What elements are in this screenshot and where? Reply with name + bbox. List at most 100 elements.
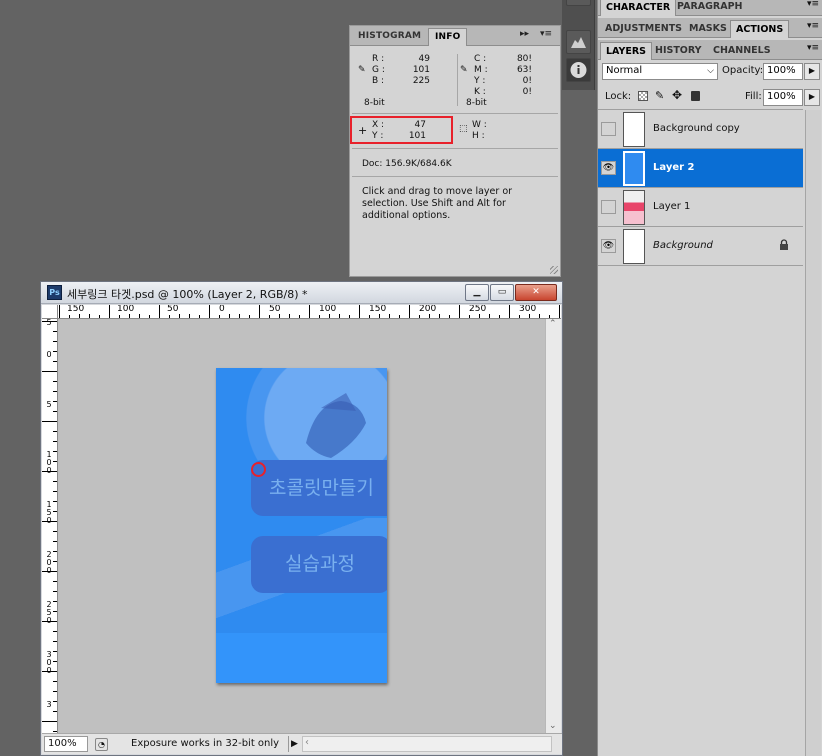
- vertical-scrollbar[interactable]: ⌃ ⌄: [545, 319, 561, 733]
- y-cmyk-value: 0!: [522, 76, 532, 86]
- layer-row-background-copy[interactable]: Background copy: [598, 110, 803, 149]
- lock-all-icon[interactable]: [691, 91, 700, 101]
- visibility-toggle-icon[interactable]: [601, 200, 616, 214]
- layer-row-layer-1[interactable]: Layer 1: [598, 188, 803, 227]
- tool-hint: Click and drag to move layer or selectio…: [362, 186, 513, 221]
- v-ruler-label: 150: [46, 500, 52, 525]
- lock-brush-icon[interactable]: ✎: [655, 89, 664, 102]
- zoom-input[interactable]: 100%: [44, 736, 88, 752]
- adjustments-tabbar: ADJUSTMENTS MASKS ACTIONS ▾≡: [598, 18, 822, 38]
- b-label: B :: [372, 76, 385, 86]
- info-separator: [352, 113, 558, 114]
- info-icon: [570, 62, 587, 78]
- chevron-down-icon: ⌵: [707, 66, 714, 76]
- c-value: 80!: [516, 54, 532, 64]
- v-ruler-label: 250: [46, 600, 52, 625]
- h-ruler-label: 0: [219, 305, 225, 314]
- h-ruler-label: 250: [469, 305, 487, 314]
- resize-grip[interactable]: [550, 266, 558, 274]
- selection-size-icon: ⬚: [459, 124, 468, 134]
- h-ruler-label: 50: [269, 305, 281, 314]
- opacity-input[interactable]: 100%: [763, 63, 803, 80]
- lock-move-icon[interactable]: ✥: [672, 88, 682, 102]
- h-ruler-label: 300: [519, 305, 537, 314]
- tab-info[interactable]: INFO: [428, 28, 468, 46]
- cmyk-bitdepth: 8-bit: [466, 98, 487, 108]
- k-label: K :: [474, 87, 486, 97]
- opacity-label: Opacity:: [722, 65, 764, 76]
- scroll-down-icon[interactable]: ⌄: [549, 721, 557, 731]
- status-info-icon[interactable]: ◔: [95, 738, 108, 751]
- tab-histogram[interactable]: HISTOGRAM: [352, 28, 427, 46]
- histogram-button[interactable]: [566, 30, 591, 54]
- tab-channels[interactable]: CHANNELS: [708, 42, 776, 60]
- scroll-up-icon[interactable]: ⌃: [549, 319, 557, 329]
- tab-character[interactable]: CHARACTER: [600, 0, 677, 16]
- close-button[interactable]: ✕: [515, 284, 557, 301]
- collapse-panel-icon[interactable]: ▸▸: [520, 29, 529, 39]
- status-menu-arrow-icon[interactable]: ▶: [288, 736, 300, 752]
- panel-menu-icon[interactable]: ▾≡: [807, 0, 819, 9]
- minimize-button[interactable]: ▁: [465, 284, 489, 301]
- info-separator-2: [352, 148, 558, 149]
- g-value: 101: [412, 65, 430, 75]
- v-ruler-label: 200: [46, 550, 52, 575]
- visibility-toggle-icon[interactable]: [601, 122, 616, 136]
- horizontal-scrollbar[interactable]: ‹: [302, 736, 552, 752]
- tab-adjustments[interactable]: ADJUSTMENTS: [600, 20, 687, 38]
- tab-layers[interactable]: LAYERS: [600, 42, 653, 60]
- restore-button[interactable]: ▭: [490, 284, 514, 301]
- vertical-ruler[interactable]: 5 0 5 100 150 200 250 300 3: [42, 319, 58, 733]
- layer-name: Background copy: [653, 123, 740, 134]
- scroll-left-icon[interactable]: ‹: [305, 737, 309, 748]
- layer-thumbnail: [623, 190, 645, 225]
- info-button[interactable]: [566, 58, 591, 82]
- w-label: W :: [472, 120, 487, 130]
- layer-row-layer-2[interactable]: 👁 Layer 2: [598, 149, 803, 188]
- fill-slider-button[interactable]: ▶: [804, 89, 820, 106]
- tab-masks[interactable]: MASKS: [684, 20, 732, 38]
- v-ruler-label: 5: [46, 400, 52, 409]
- right-panel-column: CHARACTER PARAGRAPH ▾≡ ADJUSTMENTS MASKS…: [597, 0, 822, 756]
- lock-transparent-icon[interactable]: [638, 91, 648, 101]
- blend-mode-select[interactable]: Normal ⌵: [602, 63, 718, 80]
- canvas-area[interactable]: 초콜릿만들기 실습과정: [58, 319, 545, 733]
- document-title: 세부링크 타겟.psd @ 100% (Layer 2, RGB/8) *: [67, 288, 308, 301]
- document-window: Ps 세부링크 타겟.psd @ 100% (Layer 2, RGB/8) *…: [40, 281, 563, 756]
- artboard-image[interactable]: 초콜릿만들기 실습과정: [216, 368, 387, 683]
- layer-thumbnail: [623, 151, 645, 186]
- tab-actions[interactable]: ACTIONS: [730, 20, 790, 38]
- tab-history[interactable]: HISTORY: [650, 42, 707, 60]
- tab-paragraph[interactable]: PARAGRAPH: [672, 0, 748, 16]
- histogram-icon: [571, 37, 586, 48]
- opacity-slider-button[interactable]: ▶: [804, 63, 820, 80]
- document-titlebar[interactable]: Ps 세부링크 타겟.psd @ 100% (Layer 2, RGB/8) *…: [41, 282, 562, 304]
- eye-icon[interactable]: 👁: [601, 161, 616, 175]
- h-label: H :: [472, 131, 485, 141]
- v-ruler-label: 300: [46, 650, 52, 675]
- panel-menu-icon-3[interactable]: ▾≡: [807, 43, 819, 53]
- panel-menu-icon[interactable]: ▾≡: [540, 29, 552, 39]
- h-ruler-label: 150: [67, 305, 85, 314]
- ruler-origin[interactable]: [42, 305, 58, 319]
- horizontal-ruler[interactable]: 150 100 50 0 50 100 150 200 250 300: [58, 305, 561, 319]
- art-footer-band: [216, 633, 387, 683]
- mb-icon: Mb: [572, 0, 584, 2]
- layers-tabbar: LAYERS HISTORY CHANNELS ▾≡: [598, 40, 822, 60]
- mini-bridge-button[interactable]: Mb: [566, 0, 591, 6]
- cursor-marker: [251, 462, 266, 477]
- r-value: 49: [418, 54, 430, 64]
- lock-icon: [780, 239, 788, 250]
- eyedropper-icon-2: ✎: [460, 65, 468, 75]
- h-ruler-label: 100: [319, 305, 337, 314]
- layers-scrollbar[interactable]: [805, 110, 821, 756]
- layer-row-background[interactable]: 👁 Background: [598, 227, 803, 266]
- fill-label: Fill:: [745, 91, 762, 102]
- button-chocolate-making[interactable]: 초콜릿만들기: [251, 460, 387, 516]
- h-ruler-label: 100: [117, 305, 135, 314]
- layer-thumbnail: [623, 229, 645, 264]
- button-practice-course[interactable]: 실습과정: [251, 536, 387, 593]
- panel-menu-icon-2[interactable]: ▾≡: [807, 21, 819, 31]
- eye-icon[interactable]: 👁: [601, 239, 616, 253]
- fill-input[interactable]: 100%: [763, 89, 803, 106]
